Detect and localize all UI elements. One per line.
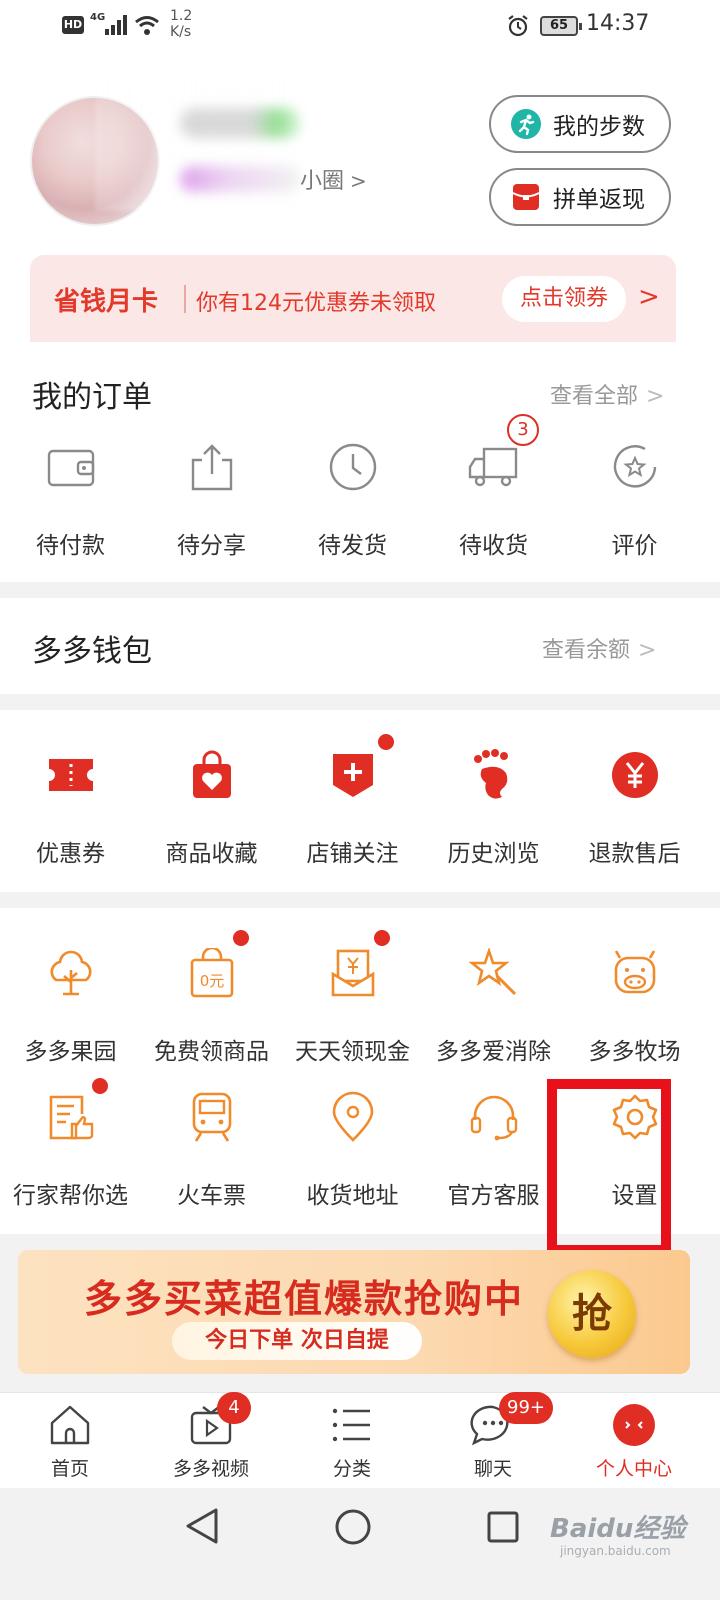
blurred-badge-2 (180, 166, 300, 192)
customer-service-item[interactable]: 官方客服 (423, 1088, 564, 1210)
chat-icon: 99+ (433, 1392, 553, 1450)
history-item[interactable]: 历史浏览 (423, 746, 564, 868)
chevron-right-icon[interactable]: > (638, 282, 660, 312)
location-icon (282, 1088, 423, 1146)
chat-badge: 99+ (499, 1392, 553, 1424)
red-envelope-icon (511, 182, 541, 212)
home-icon (10, 1400, 130, 1450)
signal-icon (105, 15, 127, 35)
network-type: 4G (90, 12, 106, 23)
store-follow-item[interactable]: 店铺关注 (282, 734, 423, 868)
orchard-item[interactable]: 多多果园 (0, 944, 141, 1066)
clock-icon (282, 438, 423, 496)
refund-item[interactable]: 退款售后 (564, 746, 705, 868)
notification-dot (374, 930, 390, 946)
tab-video[interactable]: 4 多多视频 (151, 1392, 271, 1481)
alarm-icon (508, 15, 528, 37)
expert-picks-item[interactable]: 行家帮你选 (0, 1078, 141, 1210)
address-item[interactable]: 收货地址 (282, 1088, 423, 1210)
order-review[interactable]: 评价 (564, 438, 705, 560)
notification-dot (92, 1078, 108, 1094)
svg-text:0元: 0元 (199, 972, 224, 990)
free-goods-item[interactable]: 0元 免费领商品 (141, 930, 282, 1066)
savings-card-title: 省钱月卡 (54, 287, 159, 317)
circle-link[interactable]: 小圈 > (300, 163, 367, 195)
divider (184, 285, 186, 313)
headset-icon (423, 1088, 564, 1146)
blurred-badge (180, 108, 300, 138)
thumbs-up-icon (0, 1078, 141, 1146)
order-count-badge: 3 (507, 414, 539, 446)
store-follow-icon (282, 734, 423, 804)
order-pending-shipment[interactable]: 待发货 (282, 438, 423, 560)
train-tickets-item[interactable]: 火车票 (141, 1088, 282, 1210)
tab-category[interactable]: 分类 (292, 1400, 412, 1481)
banner-title: 多多买菜超值爆款抢购中 (84, 1277, 525, 1321)
watermark-subtext: jingyan.baidu.com (560, 1544, 671, 1558)
coupon-icon (0, 746, 141, 804)
footprint-icon (423, 746, 564, 804)
favorites-item[interactable]: 商品收藏 (141, 746, 282, 868)
banner-subtitle: 今日下单 次日自提 (172, 1322, 422, 1360)
video-badge: 4 (217, 1392, 251, 1424)
tab-home[interactable]: 首页 (10, 1400, 130, 1481)
view-all-orders-link[interactable]: 查看全部 > (550, 378, 664, 410)
profile-icon (574, 1400, 694, 1450)
ranch-item[interactable]: 多多牧场 (564, 944, 705, 1066)
review-icon (564, 438, 705, 496)
hd-indicator: HD (62, 16, 84, 34)
view-balance-link[interactable]: 查看余额 > (542, 632, 656, 664)
star-wand-icon (423, 944, 564, 1002)
free-bag-icon: 0元 (141, 930, 282, 1002)
home-nav-icon[interactable] (334, 1508, 372, 1546)
watermark-text: Baidu经验 (550, 1514, 686, 1544)
wallet-icon (0, 438, 141, 496)
daily-cash-item[interactable]: 天天领现金 (282, 930, 423, 1066)
refund-icon (564, 746, 705, 804)
back-icon[interactable] (184, 1506, 220, 1546)
train-icon (141, 1088, 282, 1146)
share-icon (141, 438, 282, 496)
tab-chat[interactable]: 99+ 聊天 (433, 1392, 553, 1481)
savings-card-text: 你有124元优惠券未领取 (196, 291, 436, 316)
cow-icon (564, 944, 705, 1002)
my-steps-button[interactable]: 我的步数 (489, 95, 671, 153)
notification-dot (233, 930, 249, 946)
clock: 14:37 (586, 11, 650, 36)
wallet-title: 多多钱包 (32, 634, 152, 669)
group-cashback-button[interactable]: 拼单返现 (489, 168, 671, 226)
chevron-right-icon: > (646, 384, 665, 409)
chevron-right-icon: > (638, 638, 657, 663)
grab-button[interactable]: 抢 (548, 1270, 636, 1358)
match-game-item[interactable]: 多多爱消除 (423, 944, 564, 1066)
truck-icon: 3 (423, 414, 564, 496)
highlight-box (547, 1079, 671, 1255)
network-speed: 1.2 K/s (170, 8, 193, 40)
orders-title: 我的订单 (32, 380, 152, 415)
order-pending-receipt[interactable]: 3 待收货 (423, 414, 564, 560)
notification-dot (378, 734, 394, 750)
wifi-icon (135, 16, 159, 35)
cash-icon (282, 930, 423, 1002)
video-icon: 4 (151, 1392, 271, 1450)
recents-icon[interactable] (486, 1510, 520, 1544)
order-pending-share[interactable]: 待分享 (141, 438, 282, 560)
tree-icon (0, 944, 141, 1002)
running-icon (511, 109, 541, 139)
order-pending-payment[interactable]: 待付款 (0, 438, 141, 560)
claim-coupon-button[interactable]: 点击领券 (502, 276, 626, 322)
chevron-right-icon: > (350, 169, 367, 193)
category-icon (292, 1400, 412, 1450)
coupons-item[interactable]: 优惠券 (0, 746, 141, 868)
battery-indicator: 65 (540, 16, 582, 36)
favorites-icon (141, 746, 282, 804)
tab-profile[interactable]: 个人中心 (574, 1400, 694, 1481)
